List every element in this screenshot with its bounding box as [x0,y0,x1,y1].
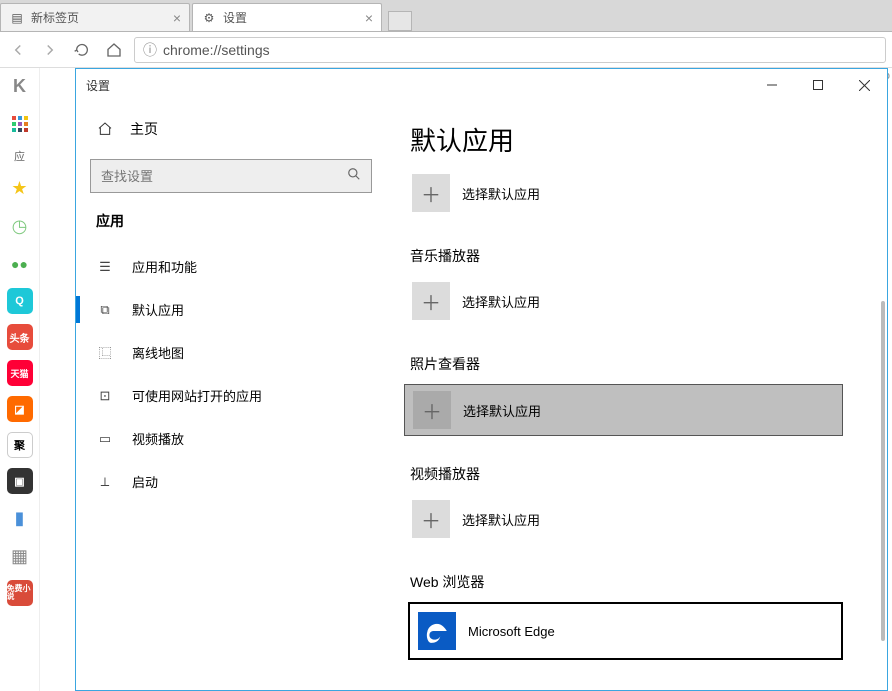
plus-icon: ＋ [412,174,450,212]
choose-default-top[interactable]: ＋ 选择默认应用 [410,168,863,218]
settings-nav: 主页 应用 ☰ 应用和功能 ⧉ 默认应用 ⿺ 离线地图 ⊡ [76,101,386,690]
nav-item-label: 应用和功能 [132,257,197,276]
nav-item-label: 可使用网站打开的应用 [132,386,262,405]
chooser-label: Microsoft Edge [468,624,555,639]
section-web-label: Web 浏览器 [410,572,863,592]
nav-offline-maps[interactable]: ⿺ 离线地图 [90,331,372,374]
tab-title: 设置 [223,9,247,26]
window-titlebar: 设置 [76,69,887,101]
close-button[interactable] [841,70,887,100]
url-input[interactable]: ⓘ chrome://settings [134,37,886,63]
nav-item-label: 离线地图 [132,343,184,362]
section-video-label: 视频播放器 [410,464,863,484]
tab-close-icon[interactable]: × [365,10,373,26]
plus-icon: ＋ [412,500,450,538]
edge-icon [418,612,456,650]
chooser-label: 选择默认应用 [462,184,540,203]
scrollbar[interactable] [881,301,885,641]
rail-tmall-icon[interactable]: 天猫 [7,360,33,386]
tab-new[interactable]: ▤ 新标签页 × [0,3,190,31]
rail-toutiao-icon[interactable]: 头条 [7,324,33,350]
rail-clock-icon[interactable]: ◷ [6,212,34,240]
plus-icon: ＋ [413,391,451,429]
minimize-button[interactable] [749,70,795,100]
info-icon: ⓘ [143,40,157,60]
address-bar: ⓘ chrome://settings [0,32,892,68]
url-text: chrome://settings [163,42,270,58]
rail-radio-icon[interactable]: ▦ [6,542,34,570]
close-icon [859,80,870,91]
reload-icon [74,42,90,58]
new-tab-button[interactable] [388,11,412,31]
web-icon: ⊡ [96,388,114,404]
startup-icon: ⟂ [96,474,114,490]
choose-photo-viewer[interactable]: ＋ 选择默认应用 [404,384,843,436]
section-music-label: 音乐播放器 [410,246,863,266]
left-rail: K 应 ★ ◷ ●● Q 头条 天猫 ◪ 聚 ▣ ▮ ▦ 免费小说 [0,68,40,691]
map-icon: ⿺ [96,343,114,362]
nav-item-label: 启动 [132,472,158,491]
nav-home-label: 主页 [130,119,158,139]
chooser-label: 选择默认应用 [463,401,541,420]
back-button[interactable] [6,38,30,62]
tab-settings[interactable]: ⚙ 设置 × [192,3,382,31]
nav-video-playback[interactable]: ▭ 视频播放 [90,417,372,460]
reload-button[interactable] [70,38,94,62]
nav-section-title: 应用 [96,211,372,231]
list-icon: ☰ [96,259,114,275]
maximize-icon [813,80,823,90]
plus-icon: ＋ [412,282,450,320]
tab-close-icon[interactable]: × [173,10,181,26]
rail-cart-icon[interactable]: ◪ [7,396,33,422]
rail-book-icon[interactable]: ▮ [6,504,34,532]
rail-apps-label: 应 [14,148,25,164]
nav-default-apps[interactable]: ⧉ 默认应用 [90,288,372,331]
rail-logo[interactable]: K [6,72,34,100]
home-icon [106,42,122,58]
nav-item-label: 默认应用 [132,300,184,319]
section-photo-label: 照片查看器 [410,354,863,374]
choose-video-player[interactable]: ＋ 选择默认应用 [410,494,863,544]
rail-q-icon[interactable]: Q [7,288,33,314]
rail-star-icon[interactable]: ★ [6,174,34,202]
rail-apps-icon[interactable] [6,110,34,138]
nav-item-label: 视频播放 [132,429,184,448]
search-settings[interactable] [90,159,372,193]
arrow-right-icon [41,41,59,59]
rail-novel-icon[interactable]: 免费小说 [7,580,33,606]
tab-title: 新标签页 [31,9,79,26]
search-icon [347,167,361,186]
home-button[interactable] [102,38,126,62]
video-icon: ▭ [96,431,114,447]
chooser-label: 选择默认应用 [462,510,540,529]
choose-music-player[interactable]: ＋ 选择默认应用 [410,276,863,326]
gear-icon: ⚙ [201,10,217,26]
arrow-left-icon [9,41,27,59]
rail-ju-icon[interactable]: 聚 [7,432,33,458]
page-title: 默认应用 [410,121,863,158]
maximize-button[interactable] [795,70,841,100]
nav-apps-for-websites[interactable]: ⊡ 可使用网站打开的应用 [90,374,372,417]
search-input[interactable] [101,169,347,184]
defaults-icon: ⧉ [96,302,114,318]
minimize-icon [767,80,777,90]
chooser-label: 选择默认应用 [462,292,540,311]
choose-web-browser[interactable]: Microsoft Edge [408,602,843,660]
nav-home[interactable]: 主页 [90,111,372,147]
home-icon [96,121,114,137]
rail-video-icon[interactable]: ▣ [7,468,33,494]
settings-window: 设置 主页 [75,68,888,691]
window-title: 设置 [86,77,110,94]
forward-button[interactable] [38,38,62,62]
tab-strip: ▤ 新标签页 × ⚙ 设置 × [0,0,892,32]
rail-wechat-icon[interactable]: ●● [6,250,34,278]
settings-main: 默认应用 ＋ 选择默认应用 音乐播放器 ＋ 选择默认应用 照片查看器 ＋ 选择默… [386,101,887,690]
doc-icon: ▤ [9,10,25,26]
nav-startup[interactable]: ⟂ 启动 [90,460,372,503]
nav-apps-features[interactable]: ☰ 应用和功能 [90,245,372,288]
